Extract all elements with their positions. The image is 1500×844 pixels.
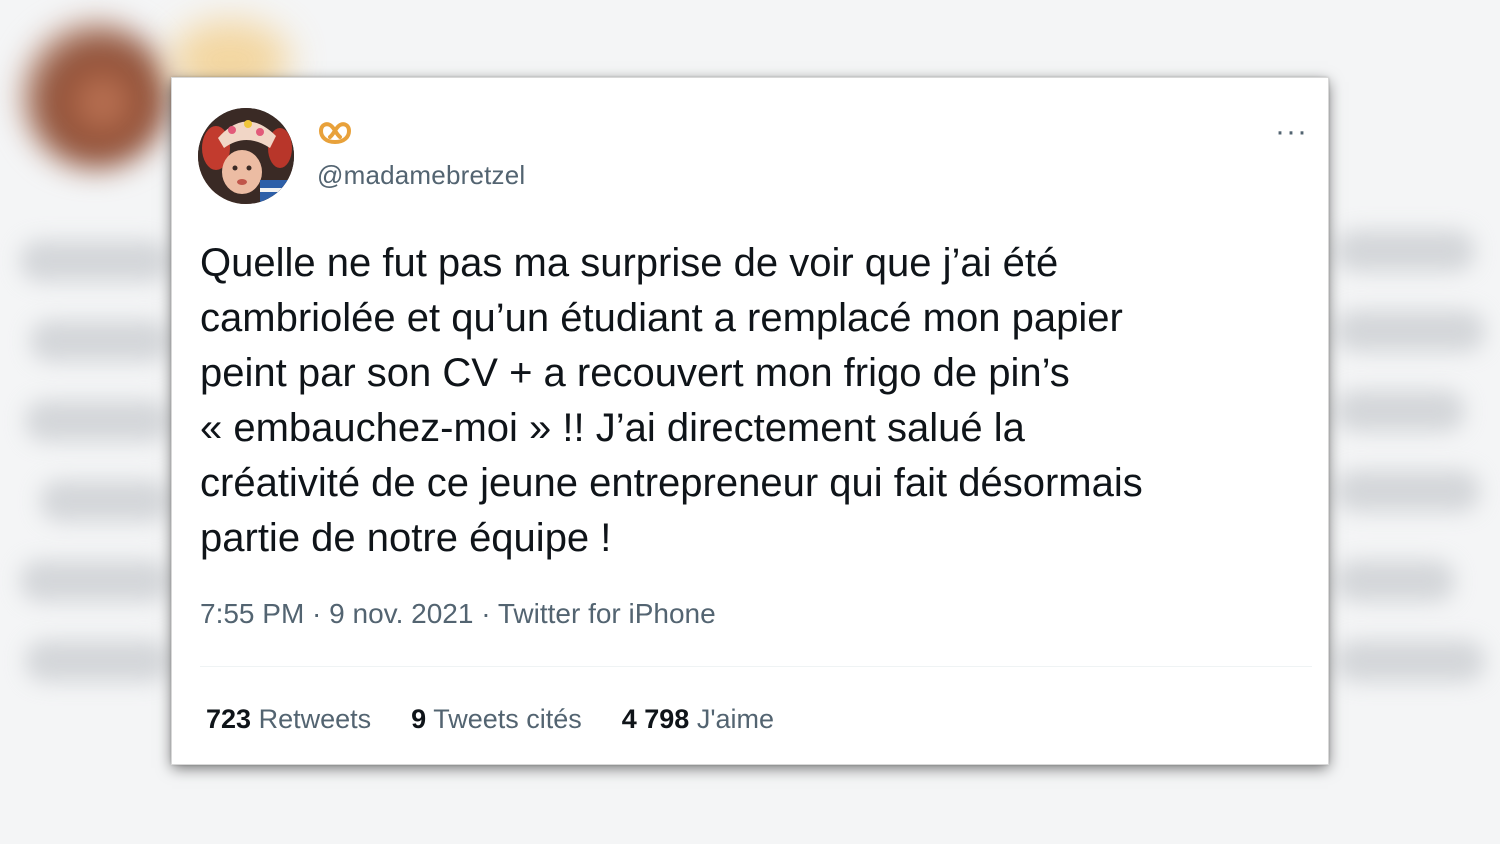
- tweet-card: @madamebretzel ··· Quelle ne fut pas ma …: [172, 78, 1328, 764]
- tweet-meta: 7:55 PM · 9 nov. 2021 · Twitter for iPho…: [200, 598, 716, 630]
- blurred-text-line: [1335, 560, 1455, 602]
- likes-stat[interactable]: 4 798 J'aime: [622, 704, 774, 735]
- blurred-text-line: [30, 320, 170, 362]
- blurred-text-line: [1335, 640, 1485, 682]
- tweet-text: Quelle ne fut pas ma surprise de voir qu…: [200, 241, 1143, 560]
- more-options-icon[interactable]: ···: [1275, 117, 1308, 147]
- blurred-text-line: [25, 400, 170, 442]
- retweets-label: Retweets: [258, 704, 372, 734]
- pretzel-icon: [318, 122, 352, 144]
- blurred-text-line: [1335, 390, 1465, 432]
- blurred-text-line: [20, 560, 170, 602]
- blurred-text-line: [1335, 310, 1485, 352]
- tweet-date[interactable]: 9 nov. 2021: [329, 598, 473, 629]
- quotes-count: 9: [411, 704, 427, 734]
- tweet-time[interactable]: 7:55 PM: [200, 598, 304, 629]
- quotes-stat[interactable]: 9 Tweets cités: [411, 704, 582, 735]
- blurred-text-line: [1335, 230, 1475, 272]
- retweets-stat[interactable]: 723 Retweets: [206, 704, 371, 735]
- divider: [200, 666, 1312, 667]
- retweets-count: 723: [206, 704, 252, 734]
- meta-separator: ·: [304, 598, 330, 629]
- meta-separator: ·: [473, 598, 498, 629]
- likes-label: J'aime: [696, 704, 775, 734]
- quotes-label: Tweets cités: [433, 704, 582, 734]
- likes-count: 4 798: [621, 704, 690, 734]
- blurred-text-line: [25, 640, 170, 682]
- user-handle[interactable]: @madamebretzel: [317, 160, 525, 191]
- blurred-avatar: [20, 20, 170, 170]
- blurred-text-line: [40, 480, 170, 522]
- blurred-text-line: [20, 240, 170, 282]
- avatar[interactable]: [198, 108, 294, 204]
- tweet-source[interactable]: Twitter for iPhone: [498, 598, 716, 629]
- tweet-stats: 723 Retweets 9 Tweets cités 4 798 J'aime: [206, 704, 774, 735]
- blurred-text-line: [1335, 470, 1480, 512]
- avatar-image: [198, 108, 294, 204]
